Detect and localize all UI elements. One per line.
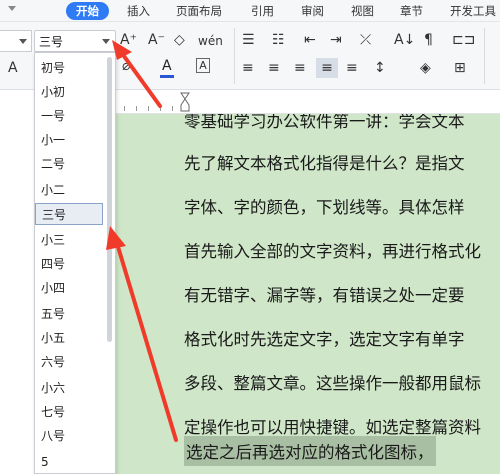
font-size-option[interactable]: 七号 <box>35 401 103 423</box>
ruler-tick <box>148 106 149 111</box>
char-border-icon[interactable]: ⌀ <box>122 58 130 74</box>
font-size-option[interactable]: 小三 <box>35 229 103 251</box>
font-size-option[interactable]: 六号 <box>35 351 103 373</box>
doc-line[interactable]: 格式化时先选定文字，选定文字有单字 <box>184 326 465 350</box>
doc-line[interactable]: 字体、字的颜色，下划线等。具体怎样 <box>184 194 465 218</box>
font-size-option[interactable]: 初号 <box>35 57 103 79</box>
ribbon-separator <box>484 28 485 84</box>
justify-icon[interactable]: ≡ <box>316 58 338 78</box>
font-size-option[interactable]: 小一 <box>35 129 103 151</box>
tab-view[interactable]: 视图 <box>351 2 374 20</box>
tab-review[interactable]: 审阅 <box>301 2 324 20</box>
doc-line[interactable]: 定操作也可以用快捷键。如选定整篇资料 <box>184 414 481 438</box>
borders-icon[interactable]: ⊞ <box>454 60 466 76</box>
dropdown-scrollbar[interactable] <box>107 57 112 342</box>
font-size-option[interactable]: 小二 <box>35 179 103 201</box>
font-size-option[interactable]: 5 <box>35 451 103 473</box>
doc-line[interactable]: 多段、整篇文章。这些操作一般都用鼠标 <box>184 370 481 394</box>
font-size-option[interactable]: 小五 <box>35 327 103 349</box>
font-size-value: 三号 <box>39 35 64 49</box>
shrink-font-icon[interactable]: A⁻ <box>148 32 165 48</box>
tab-page-layout[interactable]: 页面布局 <box>176 2 222 20</box>
font-size-combo[interactable]: 三号 <box>34 30 116 52</box>
char-shading-icon[interactable]: A <box>196 58 210 73</box>
tab-references[interactable]: 引用 <box>251 2 274 20</box>
tab-insert[interactable]: 插入 <box>127 2 150 20</box>
font-size-option[interactable]: 四号 <box>35 253 103 275</box>
bullets-icon[interactable]: ☰ <box>242 32 255 48</box>
align-center-icon[interactable]: ≡ <box>268 60 280 76</box>
chevron-down-icon[interactable] <box>102 39 110 44</box>
ruler-tick <box>172 106 173 111</box>
doc-line[interactable]: 有无错字、漏字等，有错误之处一定要 <box>184 282 465 306</box>
tab-home[interactable]: 开始 <box>66 2 109 20</box>
doc-line[interactable]: 先了解文本格式化指得是什么？是指文 <box>184 150 465 174</box>
sort-icon[interactable]: A↓ <box>394 32 415 48</box>
font-size-dropdown[interactable]: 初号 小初 一号 小一 二号 小二 三号 小三 四号 小四 五号 小五 六号 小… <box>34 52 116 474</box>
decrease-indent-icon[interactable]: ⇤ <box>304 32 316 48</box>
ruler-tick <box>136 106 137 111</box>
numbering-icon[interactable]: ☷ <box>272 32 285 48</box>
font-size-option[interactable]: 五号 <box>35 303 103 325</box>
ruler-tick <box>124 106 125 111</box>
phonetic-guide-icon[interactable]: wén <box>198 33 223 49</box>
text-effect-icon[interactable]: A <box>8 60 18 76</box>
align-left-icon[interactable]: ≡ <box>242 60 254 76</box>
font-color-bar <box>160 75 174 78</box>
font-size-option[interactable]: 二号 <box>35 153 103 175</box>
font-size-option[interactable]: 小初 <box>35 81 103 103</box>
font-size-option[interactable]: 小六 <box>35 377 103 399</box>
indent-marker[interactable] <box>180 92 190 112</box>
doc-line[interactable]: 零基础学习办公软件第一讲：学会文本 <box>184 114 465 132</box>
line-spacing-icon[interactable]: ↕ <box>374 60 386 76</box>
chevron-down-icon[interactable] <box>19 39 27 44</box>
font-name-combo[interactable] <box>0 30 32 52</box>
document-page[interactable]: 零基础学习办公软件第一讲：学会文本 先了解文本格式化指得是什么？是指文 字体、字… <box>116 114 500 474</box>
menu-bar: 开始 插入 页面布局 引用 审阅 视图 章节 开发工具 <box>0 0 500 22</box>
align-right-icon[interactable]: ≡ <box>294 60 306 76</box>
increase-indent-icon[interactable]: ⇥ <box>330 32 342 48</box>
ribbon-separator <box>234 28 235 84</box>
doc-line-selected[interactable]: 选定之后再选对应的格式化图标， <box>184 436 436 466</box>
ruler-tick <box>160 106 161 111</box>
font-size-option[interactable]: 小四 <box>35 277 103 299</box>
show-marks-icon[interactable]: ¶ <box>424 32 433 48</box>
distribute-icon[interactable]: ≡ <box>346 60 358 76</box>
shading-icon[interactable]: ◈ <box>420 60 431 76</box>
font-size-option[interactable]: 八号 <box>35 425 103 447</box>
grow-font-icon[interactable]: A⁺ <box>120 32 137 48</box>
tab-chapter[interactable]: 章节 <box>400 2 423 20</box>
clear-format-icon[interactable]: ◇ <box>174 32 185 48</box>
chevron-down-icon[interactable] <box>8 6 16 11</box>
font-color-icon[interactable]: A <box>162 58 172 74</box>
text-direction-icon[interactable]: ⤫ <box>360 32 371 48</box>
ruler-icon[interactable]: ⊏⊐ <box>452 32 475 48</box>
tab-developer[interactable]: 开发工具 <box>450 2 496 20</box>
font-size-option-selected[interactable]: 三号 <box>35 203 103 225</box>
horizontal-ruler[interactable] <box>116 90 500 114</box>
font-size-option[interactable]: 一号 <box>35 105 103 127</box>
doc-line[interactable]: 首先输入全部的文字资料，再进行格式化 <box>184 238 481 262</box>
